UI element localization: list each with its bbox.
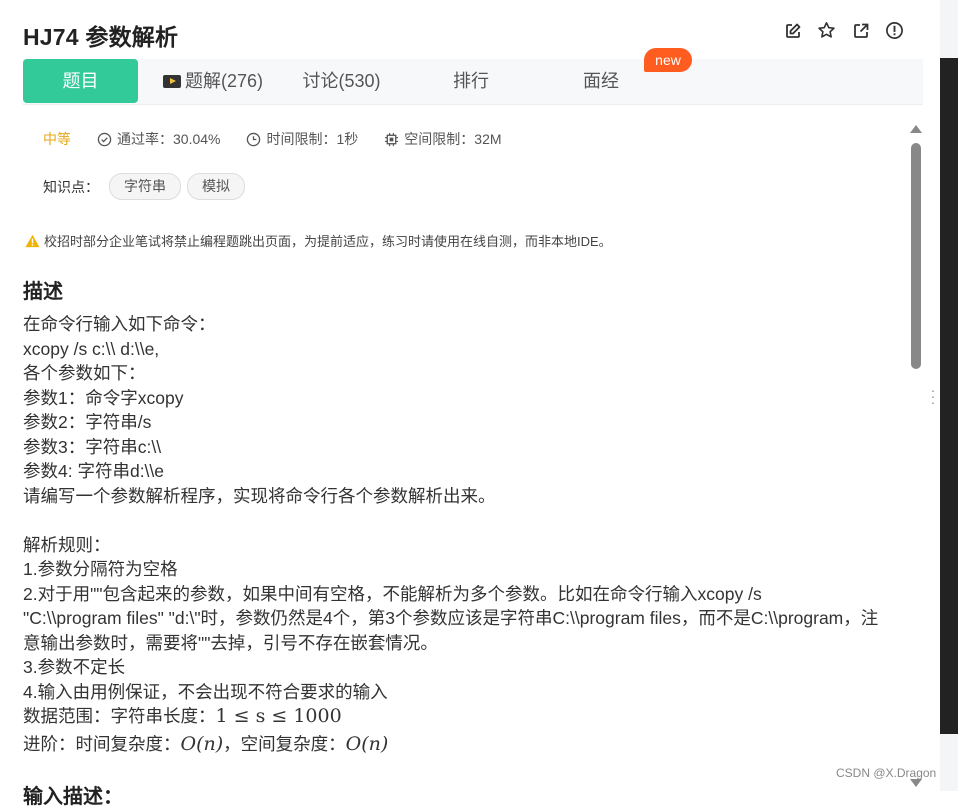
right-panel-edge-top [940, 0, 958, 58]
warning-text: 校招时部分企业笔试将禁止编程题跳出页面，为提前适应，练习时请使用在线自测，而非本… [44, 234, 612, 249]
scrollbar[interactable] [907, 120, 924, 791]
knowledge-tags: 知识点： 字符串 模拟 [43, 173, 245, 200]
tab-solutions-label: 题解(276) [184, 71, 264, 91]
desc-line [23, 508, 893, 533]
time-complexity: O(n) [180, 732, 224, 755]
desc-line: 各个参数如下： [23, 363, 146, 383]
external-link-icon[interactable] [850, 20, 871, 41]
pass-rate: 通过率：30.04% [97, 129, 220, 149]
tab-solutions[interactable]: 题解(276) [153, 59, 273, 104]
warning-icon [25, 234, 40, 247]
time-limit: 时间限制：1秒 [246, 129, 358, 149]
tab-bar: 题目 题解(276) 讨论(530) 排行 面经 [23, 59, 923, 105]
difficulty-label: 中等 [43, 131, 71, 147]
check-circle-icon [97, 132, 112, 146]
desc-line: 请编写一个参数解析程序，实现将命令行各个参数解析出来。 [23, 485, 496, 506]
right-panel-edge [940, 58, 958, 734]
chip-icon [385, 132, 399, 146]
tab-discussion[interactable]: 讨论(530) [288, 59, 395, 104]
knowledge-label: 知识点： [43, 178, 99, 195]
time-limit-text: 时间限制：1秒 [266, 131, 359, 147]
tab-problem[interactable]: 题目 [23, 59, 138, 103]
problem-panel: HJ74 参数解析 题目 题解(276) 讨论(530) 排行 面经 new 中… [0, 0, 925, 808]
description-body: 在命令行输入如下命令： xcopy /s c:\\ d:\\e, 各个参数如下：… [23, 312, 893, 756]
desc-line: 意输出参数时，需要将""去掉，引号不存在嵌套情况。 [23, 632, 438, 653]
title-actions [782, 20, 905, 41]
video-icon [162, 75, 181, 88]
description-heading: 描述 [23, 281, 63, 303]
resize-handle[interactable]: · · · [929, 383, 937, 409]
problem-meta: 中等 通过率：30.04% 时间限制：1秒 空间限制：32M [43, 129, 528, 149]
data-range-math: 1 ≤ s ≤ 1000 [215, 705, 342, 727]
advanced-label: 进阶：时间复杂度： [23, 733, 181, 754]
desc-line: 1.参数分隔符为空格 [23, 559, 178, 579]
scroll-down-arrow[interactable] [910, 779, 922, 787]
new-badge: new [644, 48, 692, 72]
alert-circle-icon[interactable] [884, 20, 905, 41]
watermark: CSDN @X.Dragon [836, 766, 937, 780]
desc-line: 参数1：命令字xcopy [23, 387, 184, 408]
desc-line: 3.参数不定长 [23, 657, 126, 677]
scroll-thumb[interactable] [911, 143, 921, 369]
desc-line: 2.对于用""包含起来的参数，如果中间有空格，不能解析为多个参数。比如在命令行输… [23, 583, 762, 604]
space-limit: 空间限制：32M [384, 129, 502, 149]
scroll-up-arrow[interactable] [910, 125, 922, 133]
desc-line: 参数2：字符串/s [23, 412, 152, 432]
desc-line: 参数3：字符串c:\\ [23, 436, 162, 457]
space-complexity: O(n) [345, 732, 389, 755]
desc-line: 在命令行输入如下命令： [23, 314, 216, 334]
clock-icon [247, 132, 261, 146]
edit-icon[interactable] [782, 20, 803, 41]
input-description-heading: 输入描述： [23, 786, 123, 808]
tag-simulation[interactable]: 模拟 [187, 173, 245, 200]
data-range-label: 数据范围：字符串长度： [23, 706, 216, 726]
tab-interview[interactable]: 面经 [556, 59, 646, 104]
desc-line: 参数4: 字符串d:\\e [23, 461, 165, 481]
space-label: ，空间复杂度： [223, 733, 346, 754]
right-panel-edge-bottom [940, 734, 958, 791]
desc-line: 解析规则： [23, 534, 111, 555]
pass-rate-text: 通过率：30.04% [117, 131, 221, 147]
data-range-line: 数据范围：字符串长度：1 ≤ s ≤ 1000 [23, 704, 893, 729]
problem-title: HJ74 参数解析 [23, 24, 179, 50]
desc-line: xcopy /s c:\\ d:\\e, [23, 338, 160, 359]
desc-line: 4.输入由用例保证，不会出现不符合要求的输入 [23, 681, 388, 702]
tag-string[interactable]: 字符串 [109, 173, 181, 200]
desc-line: "C:\\program files" "d:\"时，参数仍然是4个，第3个参数… [23, 608, 879, 628]
space-limit-text: 空间限制：32M [404, 131, 502, 147]
complexity-line: 进阶：时间复杂度：O(n)，空间复杂度：O(n) [23, 732, 893, 757]
title-bar: HJ74 参数解析 [0, 0, 925, 60]
tab-ranking[interactable]: 排行 [426, 59, 516, 104]
warning-notice: 校招时部分企业笔试将禁止编程题跳出页面，为提前适应，练习时请使用在线自测，而非本… [25, 231, 612, 250]
star-icon[interactable] [816, 20, 837, 41]
